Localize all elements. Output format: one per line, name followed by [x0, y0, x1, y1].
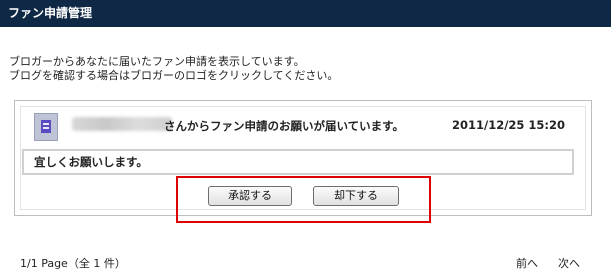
document-icon [41, 120, 51, 133]
intro-line-2: ブログを確認する場合はブロガーのロゴをクリックしてください。 [9, 69, 339, 82]
request-date: 2011/12/25 15:20 [452, 118, 566, 132]
reject-button[interactable]: 却下する [313, 186, 399, 206]
next-page-link[interactable]: 次へ [558, 255, 580, 271]
pagination-summary: 1/1 Page（全 1 件） [20, 257, 126, 270]
request-text: さんからファン申請のお願いが届いています。 [164, 119, 405, 133]
fan-request-row: fanuser_name さんからファン申請のお願いが届いています。 2011/… [20, 111, 580, 145]
page-header: ファン申請管理 [0, 0, 611, 27]
prev-page-link[interactable]: 前へ [516, 255, 538, 271]
requester-username[interactable]: fanuser_name [72, 117, 172, 131]
page-title: ファン申請管理 [8, 6, 93, 20]
intro-line-1: ブロガーからあなたに届いたファン申請を表示しています。 [9, 55, 305, 68]
request-message: 宜しくお願いします。 [22, 149, 574, 175]
intro-text: ブロガーからあなたに届いたファン申請を表示しています。 ブログを確認する場合はブ… [9, 55, 338, 83]
blogger-logo-icon[interactable] [34, 113, 58, 141]
approve-button[interactable]: 承認する [208, 186, 292, 206]
